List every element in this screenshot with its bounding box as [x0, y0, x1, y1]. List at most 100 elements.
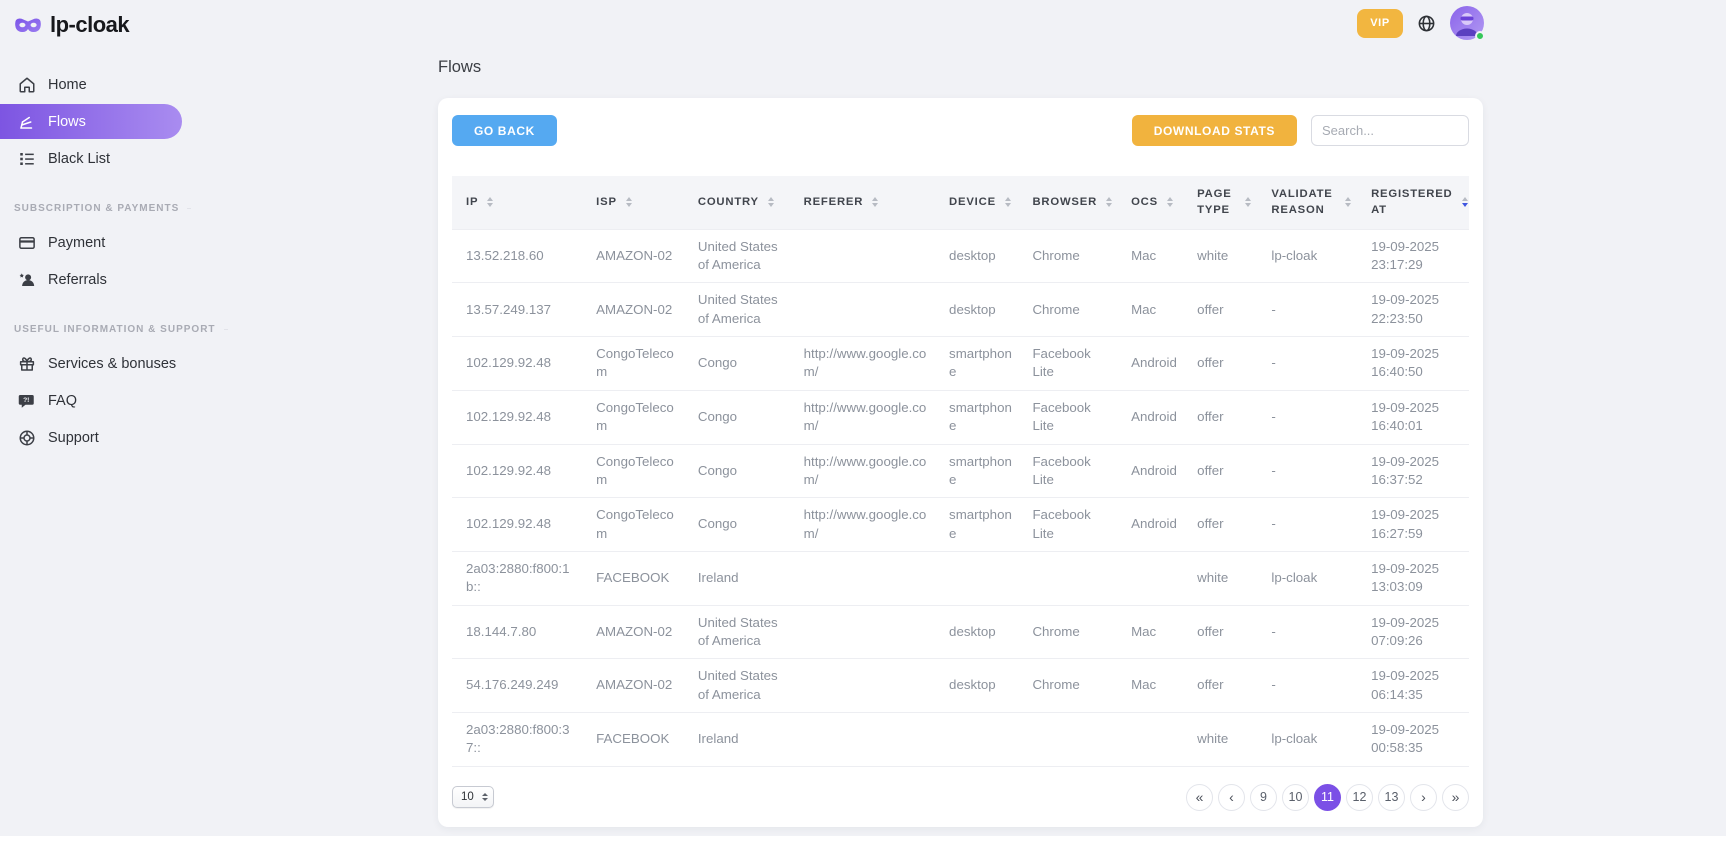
- table-cell: Facebook Lite: [1018, 498, 1117, 552]
- topbar-actions: VIP: [1357, 6, 1484, 40]
- pagination-last[interactable]: »: [1442, 784, 1469, 811]
- pagination-page-11[interactable]: 11: [1314, 784, 1341, 811]
- table-cell: desktop: [935, 659, 1018, 713]
- table-cell: Facebook Lite: [1018, 444, 1117, 498]
- table-cell: Congo: [684, 444, 790, 498]
- pagination-prev[interactable]: ‹: [1218, 784, 1245, 811]
- table-cell: Mac: [1117, 229, 1183, 283]
- column-header-ip[interactable]: IP: [452, 176, 582, 229]
- table-cell: 19-09-2025 23:17:29: [1357, 229, 1469, 283]
- sort-icon: [1106, 197, 1112, 207]
- table-cell: -: [1257, 498, 1357, 552]
- page-size-value: 10: [461, 791, 474, 803]
- pagination-page-10[interactable]: 10: [1282, 784, 1309, 811]
- column-header-referer[interactable]: REFERER: [790, 176, 935, 229]
- pagination-next[interactable]: ›: [1410, 784, 1437, 811]
- table-cell: 19-09-2025 07:09:26: [1357, 605, 1469, 659]
- table-cell: [790, 659, 935, 713]
- table-cell: http://www.google.com/: [790, 498, 935, 552]
- table-cell: 54.176.249.249: [452, 659, 582, 713]
- table-cell: Android: [1117, 498, 1183, 552]
- table-cell: [1117, 551, 1183, 605]
- sidebar-item-services[interactable]: Services & bonuses: [0, 345, 200, 382]
- page-size-select[interactable]: 10: [452, 786, 494, 808]
- table-row: 102.129.92.48CongoTelecomCongohttp://www…: [452, 444, 1469, 498]
- pagination-first[interactable]: «: [1186, 784, 1213, 811]
- table-cell: 19-09-2025 16:37:52: [1357, 444, 1469, 498]
- pagination-page-9[interactable]: 9: [1250, 784, 1277, 811]
- vip-button[interactable]: VIP: [1357, 9, 1403, 38]
- table-cell: [790, 712, 935, 766]
- table-cell: CongoTelecom: [582, 390, 684, 444]
- sidebar-item-payment[interactable]: Payment: [0, 224, 200, 261]
- table-cell: desktop: [935, 283, 1018, 337]
- table-cell: 2a03:2880:f800:37::: [452, 712, 582, 766]
- table-body: 13.52.218.60AMAZON-02United States of Am…: [452, 229, 1469, 766]
- table-cell: CongoTelecom: [582, 444, 684, 498]
- table-cell: http://www.google.com/: [790, 337, 935, 391]
- table-cell: 19-09-2025 13:03:09: [1357, 551, 1469, 605]
- sidebar-item-label: FAQ: [48, 393, 77, 409]
- sidebar-item-referrals[interactable]: Referrals: [0, 261, 200, 298]
- column-header-isp[interactable]: ISP: [582, 176, 684, 229]
- table-row: 13.57.249.137AMAZON-02United States of A…: [452, 283, 1469, 337]
- column-header-country[interactable]: COUNTRY: [684, 176, 790, 229]
- sidebar-item-label: Home: [48, 77, 87, 93]
- table-cell: 102.129.92.48: [452, 390, 582, 444]
- sidebar-item-home[interactable]: Home: [0, 66, 200, 103]
- globe-icon[interactable]: [1417, 14, 1436, 33]
- table-cell: United States of America: [684, 229, 790, 283]
- table-cell: smartphone: [935, 444, 1018, 498]
- logo[interactable]: lp-cloak: [0, 12, 200, 38]
- sidebar-item-label: Black List: [48, 151, 110, 167]
- sort-icon: [1005, 197, 1011, 207]
- sidebar-section-subscription: SUBSCRIPTION & PAYMENTS: [14, 203, 200, 214]
- table-cell: 13.57.249.137: [452, 283, 582, 337]
- pagination-page-12[interactable]: 12: [1346, 784, 1373, 811]
- column-header-browser[interactable]: BROWSER: [1018, 176, 1117, 229]
- table-cell: 19-09-2025 00:58:35: [1357, 712, 1469, 766]
- sidebar-item-black-list[interactable]: Black List: [0, 140, 200, 177]
- table-cell: Chrome: [1018, 605, 1117, 659]
- column-header-registered-at[interactable]: REGISTERED AT: [1357, 176, 1469, 229]
- download-stats-button[interactable]: DOWNLOAD STATS: [1132, 115, 1297, 146]
- table-cell: Android: [1117, 444, 1183, 498]
- column-header-validate-reason[interactable]: VALIDATE REASON: [1257, 176, 1357, 229]
- table-cell: AMAZON-02: [582, 283, 684, 337]
- online-status-dot: [1475, 31, 1485, 41]
- table-row: 13.52.218.60AMAZON-02United States of Am…: [452, 229, 1469, 283]
- go-back-button[interactable]: GO BACK: [452, 115, 557, 146]
- sidebar-item-faq[interactable]: ?! FAQ: [0, 382, 200, 419]
- table-cell: desktop: [935, 229, 1018, 283]
- table-cell: 19-09-2025 16:40:01: [1357, 390, 1469, 444]
- table-cell: 13.52.218.60: [452, 229, 582, 283]
- bottom-scrollbar-track[interactable]: [0, 836, 1726, 850]
- table-cell: United States of America: [684, 605, 790, 659]
- table-cell: 2a03:2880:f800:1b::: [452, 551, 582, 605]
- table-cell: United States of America: [684, 283, 790, 337]
- lifebuoy-icon: [18, 429, 36, 447]
- table-cell: http://www.google.com/: [790, 444, 935, 498]
- pagination-page-13[interactable]: 13: [1378, 784, 1405, 811]
- column-header-ocs[interactable]: OCS: [1117, 176, 1183, 229]
- sort-icon: [872, 197, 878, 207]
- column-header-page-type[interactable]: PAGE TYPE: [1183, 176, 1257, 229]
- table-cell: 102.129.92.48: [452, 444, 582, 498]
- search-input[interactable]: [1311, 115, 1469, 146]
- table-row: 18.144.7.80AMAZON-02United States of Ame…: [452, 605, 1469, 659]
- table-cell: [790, 229, 935, 283]
- table-cell: -: [1257, 659, 1357, 713]
- sidebar-item-support[interactable]: Support: [0, 419, 200, 456]
- sidebar-item-flows[interactable]: Flows: [0, 104, 182, 139]
- table-cell: CongoTelecom: [582, 498, 684, 552]
- table-cell: Android: [1117, 337, 1183, 391]
- list-icon: [18, 150, 36, 168]
- table-cell: AMAZON-02: [582, 605, 684, 659]
- sidebar-item-label: Referrals: [48, 272, 107, 288]
- column-header-device[interactable]: DEVICE: [935, 176, 1018, 229]
- sort-icon-active: [1462, 197, 1468, 207]
- app-name: lp-cloak: [50, 12, 129, 38]
- avatar[interactable]: [1450, 6, 1484, 40]
- table-cell: AMAZON-02: [582, 659, 684, 713]
- home-icon: [18, 76, 36, 94]
